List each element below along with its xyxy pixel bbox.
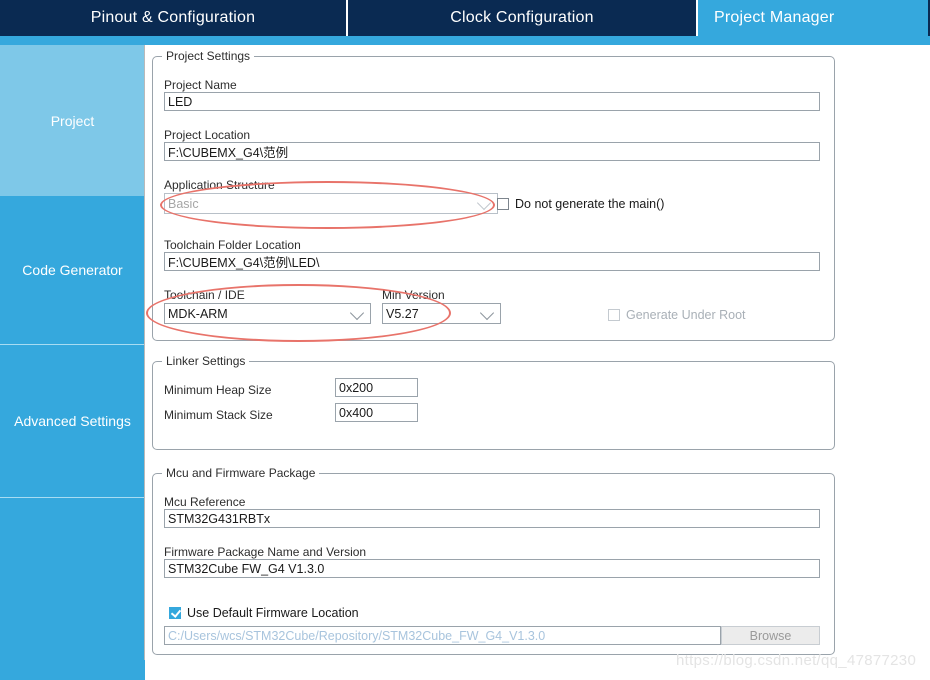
- mcu-reference-label: Mcu Reference: [164, 495, 246, 509]
- do-not-generate-main-checkbox-row[interactable]: Do not generate the main(): [497, 197, 664, 211]
- generate-under-root-checkbox: [608, 309, 620, 321]
- project-location-label: Project Location: [164, 128, 251, 142]
- firmware-package-label: Firmware Package Name and Version: [164, 545, 367, 559]
- chevron-down-icon: [476, 195, 492, 210]
- use-default-firmware-location-row[interactable]: Use Default Firmware Location: [169, 606, 359, 620]
- use-default-firmware-location-checkbox[interactable]: [169, 607, 181, 619]
- linker-settings-group: Linker Settings: [152, 354, 835, 450]
- main-tab-bar: Pinout & Configuration Clock Configurati…: [0, 0, 930, 36]
- generate-under-root-label: Generate Under Root: [626, 308, 746, 322]
- tab-pinout-configuration[interactable]: Pinout & Configuration: [0, 0, 348, 36]
- do-not-generate-main-checkbox[interactable]: [497, 198, 509, 210]
- sidebar-item-code-generator[interactable]: Code Generator: [0, 196, 145, 344]
- mcu-firmware-package-title: Mcu and Firmware Package: [162, 466, 320, 480]
- sidebar-item-code-generator-label: Code Generator: [22, 262, 123, 278]
- chevron-down-icon: [479, 305, 495, 320]
- sidebar-item-project-label: Project: [50, 112, 95, 129]
- min-version-dropdown[interactable]: V5.27: [382, 303, 501, 324]
- tab-clock-configuration[interactable]: Clock Configuration: [348, 0, 698, 36]
- toolchain-ide-dropdown[interactable]: MDK-ARM: [164, 303, 371, 324]
- toolchain-folder-input[interactable]: F:\CUBEMX_G4\范例\LED\: [164, 252, 820, 271]
- min-version-label: Min Version: [382, 288, 445, 302]
- project-settings-title: Project Settings: [162, 49, 255, 63]
- sidebar-item-advanced-settings[interactable]: Advanced Settings: [0, 345, 145, 497]
- project-name-input[interactable]: LED: [164, 92, 820, 111]
- mcu-reference-input[interactable]: STM32G431RBTx: [164, 509, 820, 528]
- firmware-package-input[interactable]: STM32Cube FW_G4 V1.3.0: [164, 559, 820, 578]
- sidebar-item-project[interactable]: Project: [0, 45, 145, 196]
- toolchain-ide-label: Toolchain / IDE: [164, 288, 245, 302]
- firmware-location-input: C:/Users/wcs/STM32Cube/Repository/STM32C…: [164, 626, 721, 645]
- project-location-input[interactable]: F:\CUBEMX_G4\范例: [164, 142, 820, 161]
- application-structure-label: Application Structure: [164, 178, 275, 192]
- watermark-text: https://blog.csdn.net/qq_47877230: [676, 652, 917, 669]
- browse-button: Browse: [721, 626, 820, 645]
- minimum-stack-size-input[interactable]: 0x400: [335, 403, 418, 422]
- minimum-stack-size-label: Minimum Stack Size: [164, 408, 273, 422]
- tab-project-manager[interactable]: Project Manager: [698, 0, 928, 36]
- tab-clock-configuration-label: Clock Configuration: [450, 9, 594, 26]
- toolchain-folder-label: Toolchain Folder Location: [164, 238, 301, 252]
- application-structure-value: Basic: [168, 196, 199, 211]
- use-default-firmware-location-label: Use Default Firmware Location: [187, 606, 359, 620]
- generate-under-root-checkbox-row: Generate Under Root: [608, 308, 746, 322]
- tab-project-manager-label: Project Manager: [714, 9, 835, 26]
- project-manager-content: Project Settings Project Name LED Projec…: [145, 45, 930, 660]
- tab-pinout-configuration-label: Pinout & Configuration: [90, 9, 256, 26]
- minimum-heap-size-label: Minimum Heap Size: [164, 383, 272, 397]
- project-manager-sidebar: Project Code Generator Advanced Settings: [0, 45, 145, 660]
- sidebar-item-advanced-settings-label: Advanced Settings: [14, 413, 131, 429]
- sidebar-item-empty[interactable]: [0, 498, 145, 660]
- linker-settings-title: Linker Settings: [162, 354, 250, 368]
- chevron-down-icon: [349, 305, 365, 320]
- minimum-heap-size-input[interactable]: 0x200: [335, 378, 418, 397]
- do-not-generate-main-label: Do not generate the main(): [515, 197, 665, 211]
- min-version-value: V5.27: [386, 306, 419, 321]
- application-structure-dropdown[interactable]: Basic: [164, 193, 498, 214]
- tab-accent-strip: [0, 36, 930, 45]
- project-name-label: Project Name: [164, 78, 237, 92]
- toolchain-ide-value: MDK-ARM: [168, 306, 228, 321]
